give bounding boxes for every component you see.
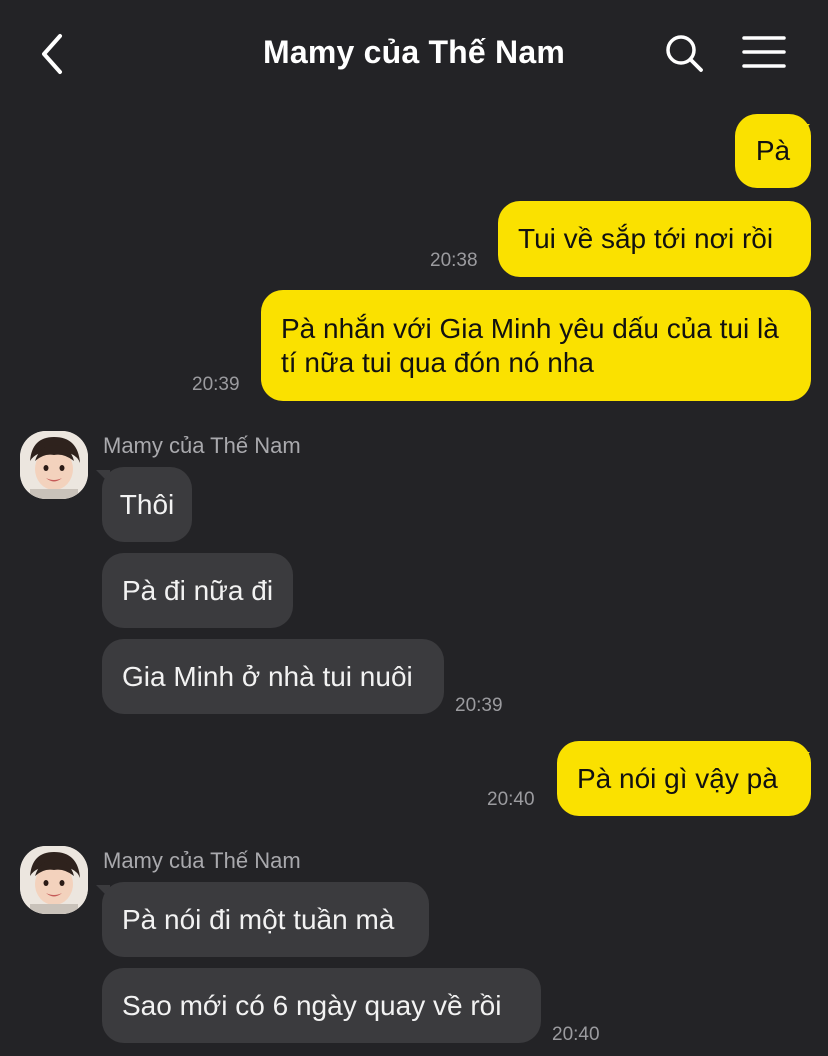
hamburger-menu-icon [742, 36, 786, 68]
my-message-bubble[interactable]: Pà [735, 114, 811, 188]
contact-avatar[interactable] [20, 846, 88, 914]
avatar-photo [20, 846, 88, 914]
chat-header: Mamy của Thế Nam [0, 0, 828, 108]
contact-message-bubble[interactable]: Sao mới có 6 ngày quay về rồi [102, 968, 541, 1043]
contact-message-bubble[interactable]: Pà đi nữa đi [102, 553, 293, 628]
contact-message-bubble[interactable]: Thôi [102, 467, 192, 542]
avatar-photo [20, 431, 88, 499]
message-timestamp: 20:39 [192, 374, 240, 395]
message-timestamp: 20:40 [487, 789, 535, 810]
my-message-bubble[interactable]: Tui về sắp tới nơi rồi [498, 201, 811, 277]
menu-button[interactable] [740, 30, 788, 78]
my-message-bubble[interactable]: Pà nói gì vậy pà [557, 741, 811, 816]
sender-name: Mamy của Thế Nam [103, 848, 301, 873]
contact-message-bubble[interactable]: Pà nói đi một tuần mà [102, 882, 429, 957]
contact-message-bubble[interactable]: Gia Minh ở nhà tui nuôi [102, 639, 444, 714]
search-button[interactable] [660, 30, 708, 78]
my-message-bubble[interactable]: Pà nhắn với Gia Minh yêu dấu của tui là … [261, 290, 811, 401]
search-icon [666, 35, 703, 72]
message-timestamp: 20:39 [455, 695, 503, 716]
sender-name: Mamy của Thế Nam [103, 433, 301, 458]
message-timestamp: 20:38 [430, 250, 478, 271]
contact-avatar[interactable] [20, 431, 88, 499]
message-timestamp: 20:40 [552, 1024, 600, 1045]
